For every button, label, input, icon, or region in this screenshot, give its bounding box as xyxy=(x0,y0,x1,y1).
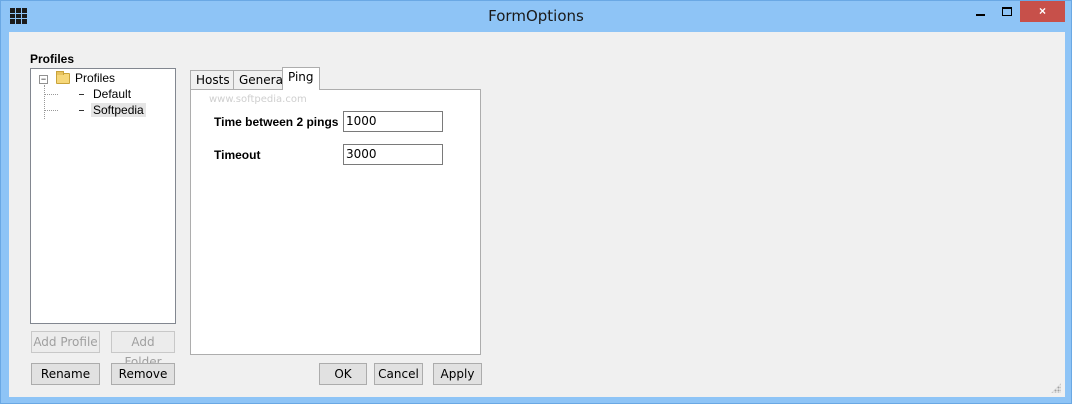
tree-node-default[interactable]: Default xyxy=(93,86,131,102)
timeout-input[interactable]: 3000 xyxy=(343,144,443,165)
remove-button[interactable]: Remove xyxy=(111,363,175,385)
maximize-button[interactable] xyxy=(994,1,1020,22)
timeout-label: Timeout xyxy=(214,148,261,162)
tree-node-label: Profiles xyxy=(75,71,116,85)
profile-icon xyxy=(79,94,84,95)
tree-node-label: Softpedia xyxy=(91,103,146,117)
close-button[interactable]: × xyxy=(1020,1,1065,22)
maximize-icon xyxy=(1002,7,1012,16)
form-options-window: FormOptions × Profiles − Profiles Defaul… xyxy=(0,0,1072,404)
add-folder-button[interactable]: Add Folder xyxy=(111,331,175,369)
profile-icon xyxy=(79,110,84,111)
tree-node-root[interactable]: − Profiles xyxy=(31,69,171,85)
tree-line xyxy=(44,85,45,119)
tree-node-softpedia[interactable]: Softpedia xyxy=(91,102,146,118)
ping-interval-input[interactable]: 1000 xyxy=(343,111,443,132)
apply-button[interactable]: Apply xyxy=(433,363,482,385)
watermark: www.softpedia.com xyxy=(209,94,307,105)
resize-grip-icon[interactable] xyxy=(1051,383,1061,393)
add-profile-button[interactable]: Add Profile xyxy=(31,331,100,353)
tab-hosts[interactable]: Hosts xyxy=(190,70,236,90)
close-icon: × xyxy=(1038,4,1046,18)
rename-button[interactable]: Rename xyxy=(31,363,100,385)
collapse-icon[interactable]: − xyxy=(39,75,48,84)
client-area: Profiles − Profiles Default Softpedia Ad… xyxy=(9,32,1065,397)
title-bar[interactable]: FormOptions × xyxy=(1,1,1071,32)
folder-icon xyxy=(56,71,70,84)
profiles-label: Profiles xyxy=(30,52,75,66)
tree-node-label: Default xyxy=(93,87,132,101)
tab-panel-ping: www.softpedia.com Time between 2 pings 1… xyxy=(190,89,481,355)
tree-line xyxy=(44,110,58,111)
window-title: FormOptions xyxy=(488,7,584,25)
ok-button[interactable]: OK xyxy=(319,363,367,385)
cancel-button[interactable]: Cancel xyxy=(374,363,423,385)
tree-line xyxy=(44,94,58,95)
profiles-tree[interactable]: − Profiles Default Softpedia xyxy=(30,68,176,324)
tab-ping[interactable]: Ping xyxy=(282,67,320,90)
minimize-icon xyxy=(976,14,985,16)
ping-interval-label: Time between 2 pings xyxy=(214,115,339,129)
minimize-button[interactable] xyxy=(967,1,994,22)
